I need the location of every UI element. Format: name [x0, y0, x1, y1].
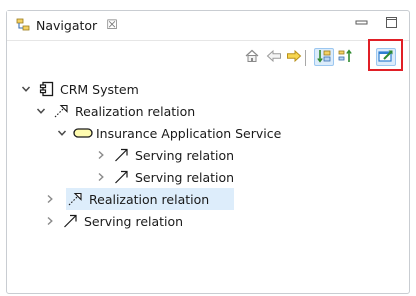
chevron-down-icon[interactable] — [55, 126, 69, 140]
application-component-icon — [37, 81, 57, 97]
chevron-right-icon[interactable] — [43, 214, 57, 228]
forward-button[interactable] — [284, 48, 304, 66]
tree-node-crm-system[interactable]: CRM System — [19, 78, 414, 100]
view-toolbar — [0, 42, 416, 70]
back-arrow-icon — [266, 49, 282, 66]
tree-node-label: Serving relation — [135, 169, 235, 185]
tree-node-serving-relation[interactable]: Serving relation — [94, 144, 416, 166]
chevron-right-icon[interactable] — [43, 192, 57, 206]
chevron-down-icon[interactable] — [34, 104, 48, 118]
navigator-icon — [16, 17, 32, 33]
outgoing-relations-button[interactable] — [336, 48, 356, 66]
tab-title: Navigator — [36, 17, 98, 33]
serving-relation-icon — [61, 213, 81, 229]
tab-divider — [7, 40, 409, 41]
navigator-view: Navigator ☒ CRM System Realization relat… — [0, 0, 416, 296]
tree-node-insurance-application-service[interactable]: Insurance Application Service — [55, 122, 416, 144]
tree-node-label: Realization relation — [75, 103, 196, 119]
chevron-down-icon[interactable] — [19, 82, 33, 96]
tree-node-label: Realization relation — [89, 191, 210, 207]
chevron-right-icon[interactable] — [94, 170, 108, 184]
tree-node-realization-relation[interactable]: Realization relation — [34, 100, 416, 122]
maximize-icon[interactable] — [384, 16, 400, 30]
tree-node-serving-relation[interactable]: Serving relation — [43, 210, 416, 232]
minimize-icon[interactable] — [354, 16, 370, 30]
incoming-relations-button[interactable] — [314, 48, 334, 66]
chevron-right-icon[interactable] — [94, 148, 108, 162]
tree-node-label: Insurance Application Service — [96, 125, 282, 141]
realization-relation-icon — [52, 103, 72, 119]
back-button[interactable] — [264, 48, 284, 66]
forward-arrow-icon — [286, 49, 302, 66]
tree-node-serving-relation[interactable]: Serving relation — [94, 166, 416, 188]
tree-node-label: Serving relation — [135, 147, 235, 163]
serving-relation-icon — [112, 147, 132, 163]
home-icon — [244, 48, 260, 67]
tree-node-selected[interactable]: Realization relation — [66, 188, 234, 210]
tree-node-label: Serving relation — [84, 213, 184, 229]
toolbar-separator — [305, 50, 306, 66]
application-service-icon — [73, 125, 93, 141]
realization-relation-icon — [66, 191, 86, 207]
outgoing-relations-icon — [338, 48, 354, 67]
close-icon[interactable]: ☒ — [106, 18, 118, 33]
highlight-frame — [368, 39, 403, 71]
serving-relation-icon — [112, 169, 132, 185]
incoming-relations-icon — [316, 48, 332, 67]
tree-node-label: CRM System — [60, 81, 139, 97]
navigator-tab[interactable]: Navigator ☒ — [7, 11, 161, 39]
home-button[interactable] — [242, 48, 262, 66]
